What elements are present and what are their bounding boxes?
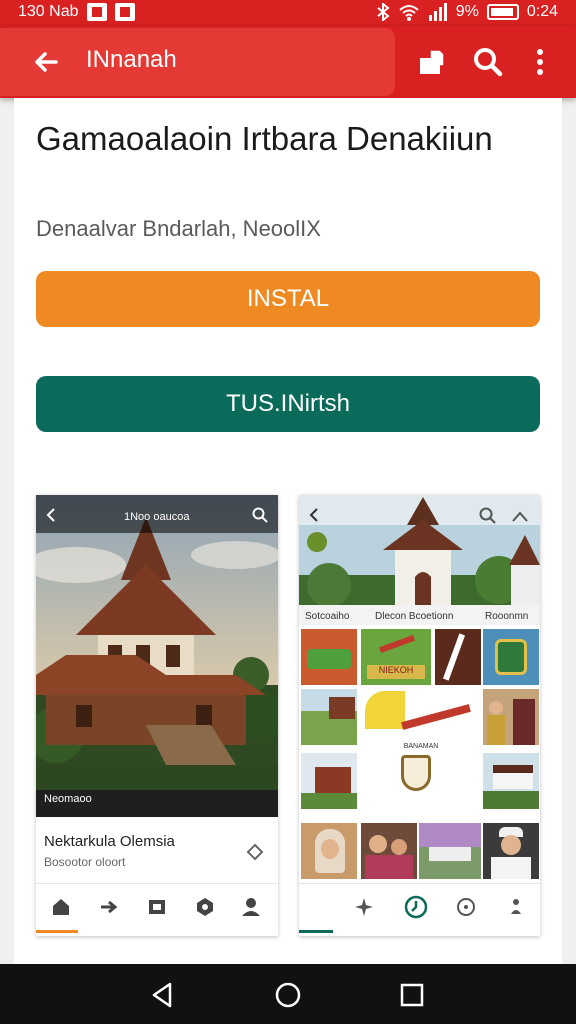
tile-man	[483, 823, 539, 879]
nav-recents-icon[interactable]	[395, 978, 429, 1012]
tile-field	[419, 823, 481, 879]
tile-craft: NIEKOH	[361, 629, 431, 685]
back-icon	[46, 508, 55, 522]
clock-icon	[404, 895, 428, 919]
signal-icon	[428, 3, 447, 21]
emblem-caption: BANAMAN	[403, 743, 439, 750]
wifi-icon	[399, 5, 419, 21]
app-title: Gamaoalaoin Irtbara Denakiiun	[36, 120, 493, 157]
install-button[interactable]: INSTAL	[36, 271, 540, 327]
nav-back-icon[interactable]	[146, 978, 180, 1012]
screenshot-1-caption: Nektarkula Olemsia	[44, 833, 175, 850]
map-icon	[149, 900, 165, 914]
share-icon	[512, 511, 528, 522]
active-tab-indicator	[299, 930, 333, 933]
screenshot-1-title: 1Noo oaucoa	[124, 511, 190, 523]
developer-name[interactable]: Denaalvar Bndarlah, NeoolIX	[36, 216, 321, 242]
arrow-icon	[101, 900, 118, 914]
image-icon	[86, 3, 107, 21]
secondary-action-button[interactable]: TUS.INirtsh	[36, 376, 540, 432]
more-icon	[511, 899, 521, 914]
status-left-text: 130 Nab	[18, 3, 79, 20]
battery-icon	[486, 4, 519, 20]
tile-group	[361, 823, 417, 879]
label-1: Sotcoaiho	[305, 611, 350, 622]
tile-caption: NIEKOH	[367, 665, 425, 679]
screenshot-2-bottom-nav	[299, 883, 540, 933]
system-navigation-bar	[0, 964, 576, 1024]
compass-icon	[197, 898, 213, 916]
person-icon	[242, 898, 260, 916]
tile-weapon: BANAMAN	[361, 689, 481, 799]
tile-village	[301, 753, 357, 809]
notification-icon	[114, 3, 135, 21]
tile-emblem	[483, 629, 539, 685]
navigate-icon	[246, 843, 264, 861]
active-tab-indicator	[36, 930, 78, 933]
battery-percent: 9%	[455, 3, 479, 20]
tile-people	[483, 689, 539, 745]
compass-icon	[457, 898, 475, 916]
screenshot-1-topbar: 1Noo oaucoa	[36, 495, 278, 533]
tile-food	[301, 629, 357, 685]
screenshot-1-subtitle: Bosootor oloort	[44, 855, 126, 869]
search-icon	[479, 507, 496, 524]
status-right: 9% 0:24	[376, 3, 558, 21]
status-left: 130 Nab	[18, 3, 135, 21]
tower-photo	[299, 495, 540, 625]
photo-badge: Neomaoo	[44, 793, 92, 805]
home-icon	[53, 899, 69, 915]
search-icon	[252, 507, 268, 523]
tile-flag	[435, 629, 481, 685]
status-time: 0:24	[526, 3, 558, 20]
label-3: Rooonmn	[485, 611, 529, 622]
bluetooth-icon	[377, 3, 390, 21]
back-icon	[309, 508, 318, 522]
search-icon[interactable]	[470, 44, 506, 80]
tile-woman	[301, 823, 357, 879]
tile-building	[483, 753, 539, 809]
share-icon[interactable]	[414, 44, 450, 80]
tile-landscape	[301, 689, 357, 745]
screenshot-2[interactable]: Sotcoaiho Dlecon Bcoetionn Rooonmn NIEKO…	[299, 495, 540, 936]
label-2: Dlecon Bcoetionn	[375, 611, 454, 622]
status-bar: 130 Nab 9% 0:24	[0, 0, 576, 26]
more-vert-icon[interactable]	[522, 44, 558, 80]
app-bar-title: INnanah	[86, 46, 177, 73]
sparkle-icon	[355, 898, 373, 916]
screenshot-1-bottom-nav	[36, 883, 278, 933]
house-photo	[36, 495, 278, 817]
screenshot-1[interactable]: 1Noo oaucoa Neomaoo Nektarkula Olemsia B…	[36, 495, 278, 936]
back-arrow-icon[interactable]	[28, 44, 64, 80]
nav-home-icon[interactable]	[271, 978, 305, 1012]
